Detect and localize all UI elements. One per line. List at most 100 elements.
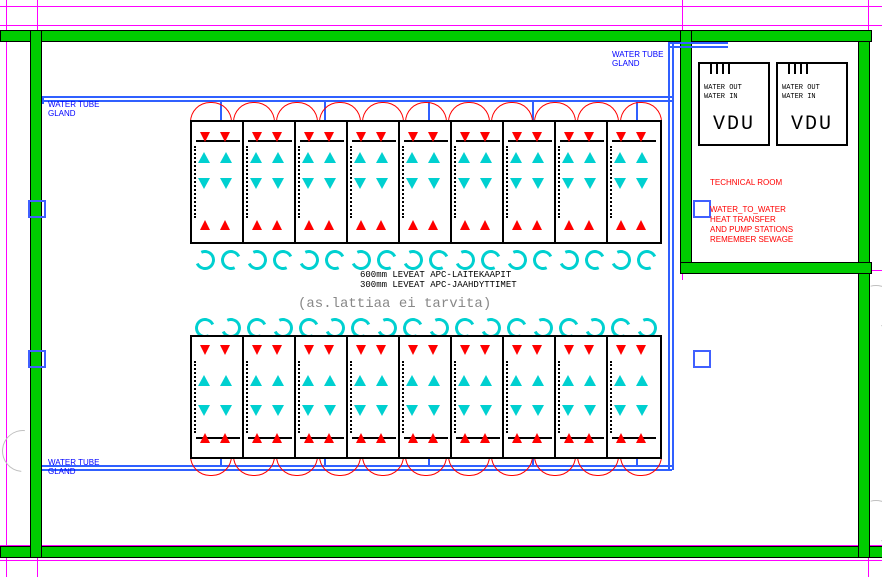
hot-air-arrow — [532, 220, 542, 230]
hot-air-arrow — [408, 132, 418, 142]
hot-air-arrow — [200, 220, 210, 230]
cold-aisle-curl — [634, 247, 660, 273]
cold-air-arrow — [354, 375, 366, 386]
hot-air-arrow — [460, 220, 470, 230]
cold-air-arrow — [406, 152, 418, 163]
cold-air-arrow — [406, 375, 418, 386]
hot-air-arrow — [272, 220, 282, 230]
hot-air-arrow — [252, 220, 262, 230]
hot-air-arrow — [564, 345, 574, 355]
cold-air-arrow — [532, 375, 544, 386]
cold-air-arrow — [272, 152, 284, 163]
vdu-unit-1: WATER OUT WATER IN VDU — [698, 62, 770, 146]
cold-air-arrow — [562, 405, 574, 416]
hot-air-arrow — [480, 345, 490, 355]
hot-air-arrow — [584, 220, 594, 230]
cold-air-arrow — [636, 178, 648, 189]
center-note: (as.lattiaa ei tarvita) — [298, 296, 491, 312]
hot-air-arrow — [616, 345, 626, 355]
hot-air-arrow — [616, 132, 626, 142]
cold-air-arrow — [220, 178, 232, 189]
cold-air-arrow — [510, 405, 522, 416]
cold-air-arrow — [428, 405, 440, 416]
rack-note-1: 600mm LEVEAT APC-LAITEKAAPIT — [360, 270, 511, 280]
hot-air-arrow — [636, 220, 646, 230]
cold-air-arrow — [272, 405, 284, 416]
cold-aisle-curl — [530, 247, 556, 273]
hot-air-arrow — [324, 132, 334, 142]
vdu1-name: VDU — [700, 113, 768, 136]
wall-marker — [693, 200, 711, 218]
hot-air-arrow — [304, 433, 314, 443]
hot-air-arrow — [220, 132, 230, 142]
cold-aisle-curl — [426, 247, 452, 273]
hot-air-arrow — [304, 345, 314, 355]
cold-air-arrow — [636, 405, 648, 416]
hot-air-arrow — [512, 132, 522, 142]
cold-air-arrow — [458, 375, 470, 386]
hot-air-arrow — [532, 345, 542, 355]
rack-cabinet — [606, 335, 662, 459]
cold-air-arrow — [376, 178, 388, 189]
hot-air-arrow — [304, 132, 314, 142]
vdu-unit-2: WATER OUT WATER IN VDU — [776, 62, 848, 146]
hot-air-arrow — [376, 220, 386, 230]
hot-air-arrow — [324, 220, 334, 230]
cold-aisle-curl — [348, 247, 374, 273]
hot-air-arrow — [636, 132, 646, 142]
cold-air-arrow — [428, 375, 440, 386]
cold-air-arrow — [480, 375, 492, 386]
rack-cabinet — [554, 335, 610, 459]
cold-air-arrow — [584, 405, 596, 416]
cold-air-arrow — [250, 178, 262, 189]
hot-air-arrow — [408, 345, 418, 355]
cold-air-arrow — [562, 375, 574, 386]
cold-air-arrow — [584, 375, 596, 386]
door-arc — [0, 421, 53, 480]
cold-air-arrow — [532, 152, 544, 163]
cold-air-arrow — [480, 405, 492, 416]
cold-air-arrow — [376, 375, 388, 386]
hot-air-arrow — [584, 132, 594, 142]
cold-air-arrow — [480, 178, 492, 189]
wall-marker — [28, 350, 46, 368]
cold-air-arrow — [272, 375, 284, 386]
vdu2-water-in: WATER IN — [782, 93, 816, 101]
technical-room-title: TECHNICAL ROOM — [710, 178, 782, 188]
hot-air-arrow — [356, 220, 366, 230]
cold-air-arrow — [406, 405, 418, 416]
hot-air-arrow — [428, 345, 438, 355]
cold-air-arrow — [614, 405, 626, 416]
cold-aisle-curl — [218, 247, 244, 273]
cold-air-arrow — [562, 178, 574, 189]
hot-air-arrow — [252, 132, 262, 142]
hot-air-arrow — [584, 345, 594, 355]
cold-air-arrow — [302, 178, 314, 189]
hot-air-arrow — [460, 132, 470, 142]
cold-air-arrow — [458, 152, 470, 163]
hot-air-arrow — [636, 345, 646, 355]
cold-air-arrow — [354, 405, 366, 416]
cold-air-arrow — [458, 178, 470, 189]
cold-air-arrow — [510, 178, 522, 189]
hot-air-arrow — [408, 433, 418, 443]
cold-aisle-curl — [582, 247, 608, 273]
hot-air-arrow — [200, 433, 210, 443]
label-water-tube-gland-top: WATER TUBE GLAND — [612, 50, 663, 68]
cold-air-arrow — [324, 405, 336, 416]
hot-air-arrow — [408, 220, 418, 230]
cold-air-arrow — [324, 178, 336, 189]
cold-air-arrow — [302, 375, 314, 386]
cold-air-arrow — [220, 405, 232, 416]
hot-air-arrow — [584, 433, 594, 443]
cold-air-arrow — [198, 405, 210, 416]
cold-air-arrow — [302, 152, 314, 163]
cold-air-arrow — [198, 375, 210, 386]
cold-aisle-curl — [192, 247, 218, 273]
hot-air-arrow — [428, 220, 438, 230]
technical-room-note: WATER_TO_WATER HEAT TRANSFER AND PUMP ST… — [710, 205, 793, 245]
cold-air-arrow — [614, 152, 626, 163]
hot-air-arrow — [252, 345, 262, 355]
hot-air-arrow — [376, 132, 386, 142]
label-water-tube-gland-left-upper: WATER TUBE GLAND — [48, 100, 99, 118]
